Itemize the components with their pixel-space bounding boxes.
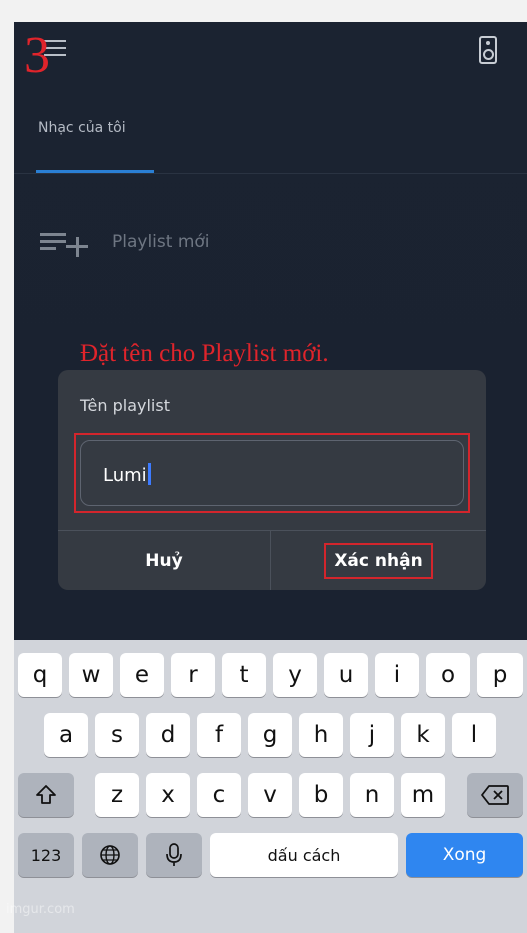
input-highlight-box: [74, 433, 470, 513]
key-h[interactable]: h: [299, 713, 343, 757]
backspace-icon: [481, 785, 509, 805]
key-r[interactable]: r: [171, 653, 215, 697]
key-f[interactable]: f: [197, 713, 241, 757]
key-k[interactable]: k: [401, 713, 445, 757]
shift-icon: [36, 785, 56, 804]
key-w[interactable]: w: [69, 653, 113, 697]
done-key[interactable]: Xong: [406, 833, 523, 877]
key-s[interactable]: s: [95, 713, 139, 757]
confirm-button[interactable]: Xác nhận: [271, 531, 486, 590]
key-n[interactable]: n: [350, 773, 394, 817]
app-screen: 3 Nhạc của tôi Playlist mới Đặt tên cho …: [14, 22, 527, 640]
key-p[interactable]: p: [477, 653, 523, 697]
key-g[interactable]: g: [248, 713, 292, 757]
key-q[interactable]: q: [18, 653, 62, 697]
confirm-button-label: Xác nhận: [324, 542, 433, 579]
phone-screen: 3 Nhạc của tôi Playlist mới Đặt tên cho …: [14, 22, 527, 933]
globe-icon: [100, 845, 120, 865]
microphone-icon: [166, 843, 182, 866]
key-b[interactable]: b: [299, 773, 343, 817]
key-u[interactable]: u: [324, 653, 368, 697]
key-y[interactable]: y: [273, 653, 317, 697]
tab-my-music[interactable]: Nhạc của tôi: [38, 120, 126, 136]
numbers-key[interactable]: 123: [18, 833, 74, 877]
new-playlist-item[interactable]: Playlist mới: [40, 222, 210, 262]
key-j[interactable]: j: [350, 713, 394, 757]
dialog-title: Tên playlist: [80, 396, 170, 415]
backspace-key[interactable]: [467, 773, 523, 817]
playlist-add-icon: [40, 227, 90, 257]
key-t[interactable]: t: [222, 653, 266, 697]
key-i[interactable]: i: [375, 653, 419, 697]
step-number: 3: [24, 27, 50, 84]
speaker-icon[interactable]: [479, 36, 497, 64]
key-l[interactable]: l: [452, 713, 496, 757]
shift-key[interactable]: [18, 773, 74, 817]
watermark-text: imgur.com: [6, 902, 75, 917]
microphone-key[interactable]: [146, 833, 202, 877]
instruction-annotation: Đặt tên cho Playlist mới.: [80, 340, 329, 367]
key-o[interactable]: o: [426, 653, 470, 697]
key-z[interactable]: z: [95, 773, 139, 817]
key-d[interactable]: d: [146, 713, 190, 757]
key-x[interactable]: x: [146, 773, 190, 817]
key-m[interactable]: m: [401, 773, 445, 817]
key-v[interactable]: v: [248, 773, 292, 817]
key-e[interactable]: e: [120, 653, 164, 697]
key-c[interactable]: c: [197, 773, 241, 817]
space-key[interactable]: dấu cách: [210, 833, 398, 877]
cancel-button[interactable]: Huỷ: [58, 531, 270, 590]
key-a[interactable]: a: [44, 713, 88, 757]
onscreen-keyboard: q w e r t y u i o p a s d f g h j k l z …: [14, 640, 527, 933]
new-playlist-dialog: Tên playlist Lumi Huỷ Xác nhận: [58, 370, 486, 590]
globe-key[interactable]: [82, 833, 138, 877]
tab-divider: [14, 173, 527, 174]
new-playlist-label: Playlist mới: [112, 232, 210, 252]
